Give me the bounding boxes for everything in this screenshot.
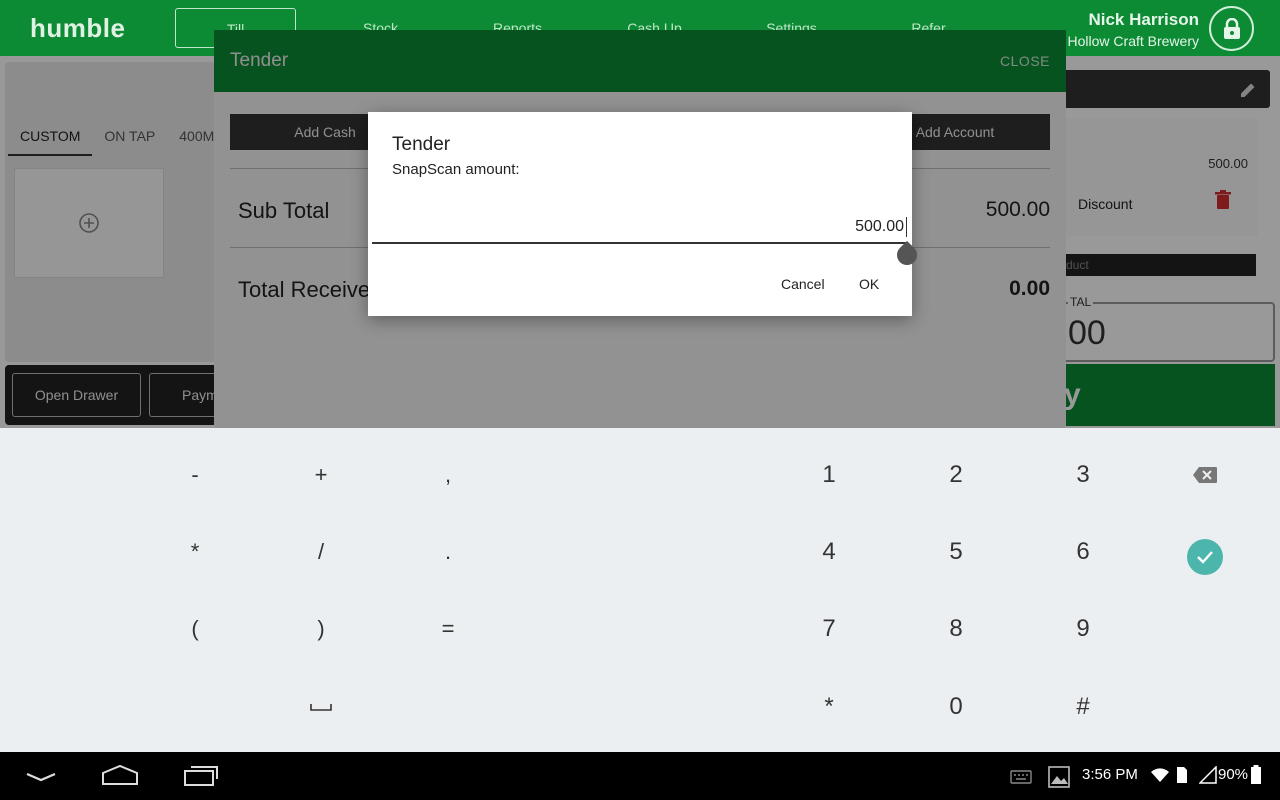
user-info: Nick Harrison Hollow Craft Brewery [1068,10,1199,49]
key-8[interactable]: 8 [906,594,1006,664]
image-icon [1048,766,1070,788]
key-hash[interactable]: # [1033,672,1133,742]
battery-level: 90% [1218,766,1249,783]
key-period[interactable]: . [398,517,498,587]
sim-card-icon [1177,767,1187,783]
key-9[interactable]: 9 [1033,594,1133,664]
keyboard-icon [1010,770,1032,784]
key-6[interactable]: 6 [1033,517,1133,587]
backspace-icon [1193,467,1217,483]
numeric-keyboard: - + , * / . ( ) = 1 2 3 4 5 6 7 8 9 * 0 … [0,428,1280,752]
key-3[interactable]: 3 [1033,440,1133,510]
company-name: Hollow Craft Brewery [1067,33,1199,49]
key-7[interactable]: 7 [779,594,879,664]
cancel-button[interactable]: Cancel [781,276,825,292]
key-close-paren[interactable]: ) [271,594,371,664]
app-logo: humble [30,13,126,43]
recent-apps-icon[interactable] [183,765,219,787]
tender-dialog: Tender SnapScan amount: Cancel OK [368,112,922,316]
system-nav-bar: 3:56 PM 90% [0,752,1280,800]
space-icon [310,704,332,711]
key-1[interactable]: 1 [779,440,879,510]
key-equals[interactable]: = [398,594,498,664]
key-comma[interactable]: , [398,440,498,510]
check-icon [1187,539,1223,575]
ok-button[interactable]: OK [859,276,879,292]
key-star[interactable]: * [779,672,879,742]
key-space[interactable] [271,672,371,742]
key-minus[interactable]: - [145,440,245,510]
amount-input[interactable] [372,212,908,244]
back-down-icon[interactable] [24,766,58,786]
home-icon[interactable] [101,764,139,786]
lock-button[interactable] [1209,6,1254,51]
key-4[interactable]: 4 [779,517,879,587]
done-key[interactable] [1155,522,1255,592]
text-cursor [906,217,907,237]
key-open-paren[interactable]: ( [145,594,245,664]
dialog-message: SnapScan amount: [392,161,520,178]
signal-icon [1199,766,1217,784]
dialog-title: Tender [392,134,451,155]
key-plus[interactable]: + [271,440,371,510]
key-slash[interactable]: / [271,517,371,587]
battery-icon [1251,765,1261,784]
user-name: Nick Harrison [1088,10,1199,29]
clock: 3:56 PM [1082,766,1138,783]
wifi-icon [1151,768,1169,782]
key-2[interactable]: 2 [906,440,1006,510]
key-0[interactable]: 0 [906,672,1006,742]
backspace-key[interactable] [1155,440,1255,510]
key-asterisk[interactable]: * [145,517,245,587]
lock-icon [1223,17,1240,39]
key-5[interactable]: 5 [906,517,1006,587]
